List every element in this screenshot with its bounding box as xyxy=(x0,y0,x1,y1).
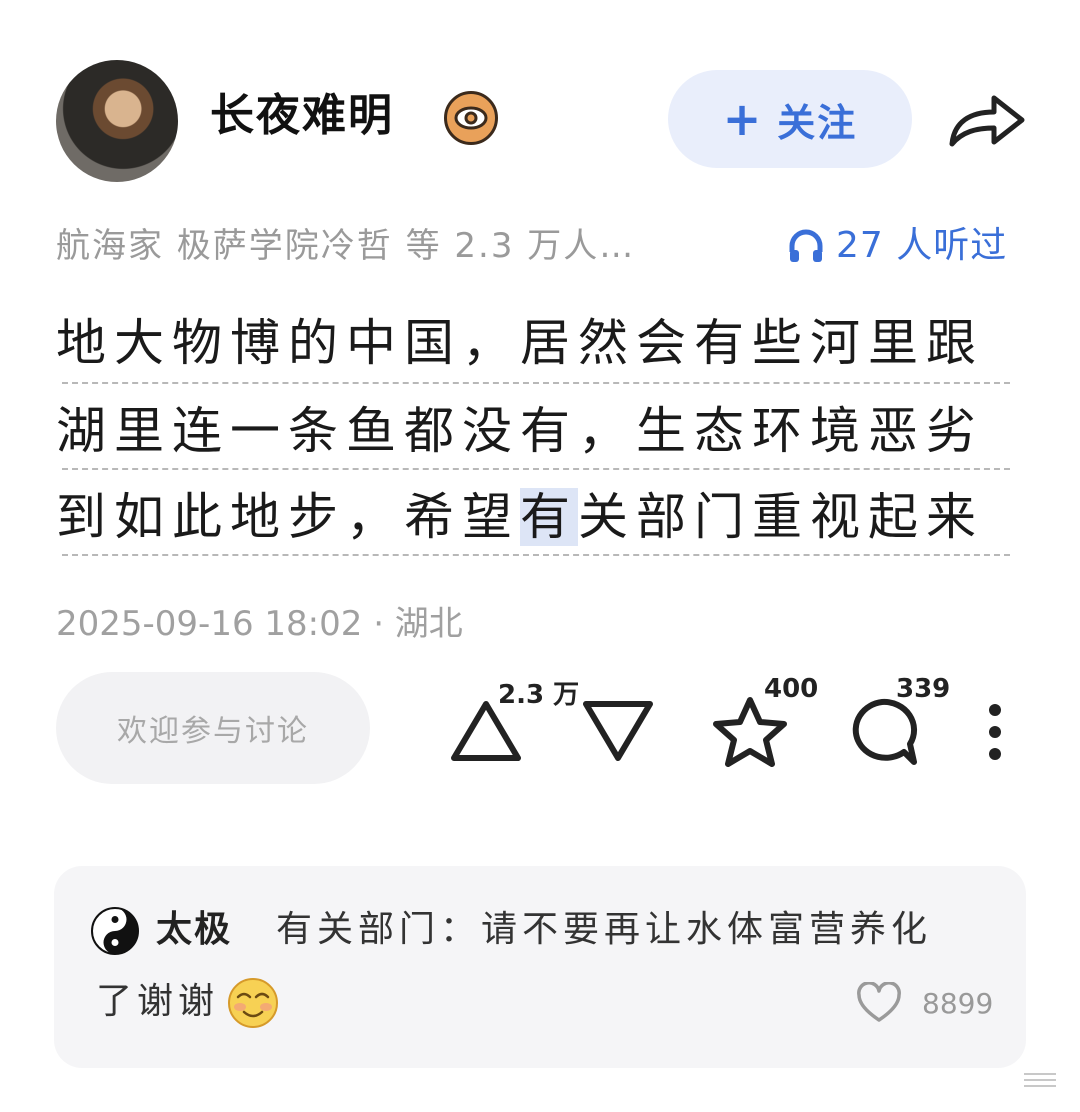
comment-text-line-2: 了谢谢 xyxy=(96,981,220,1022)
divider xyxy=(62,382,1010,384)
like-count: 8899 xyxy=(922,987,994,1020)
discussion-input[interactable]: 欢迎参与讨论 xyxy=(56,672,370,784)
follow-label: 关注 xyxy=(777,100,858,145)
smile-emoji xyxy=(228,978,278,1028)
author-name[interactable]: 长夜难明 xyxy=(210,86,394,146)
menu-lines-icon xyxy=(1024,1073,1056,1087)
favorite-count: 400 xyxy=(764,674,819,704)
upvote-count: 2.3 万 xyxy=(498,680,580,710)
comment-count: 339 xyxy=(896,674,951,704)
comment-text-line-1: 有关部门：请不要再让水体富营养化 xyxy=(276,909,933,950)
divider xyxy=(62,468,1010,470)
avatar[interactable] xyxy=(56,60,178,182)
post-line-2: 湖里连一条鱼都没有，生态环境恶劣 xyxy=(56,402,984,460)
post-line-3-end: 关部门重视起来 xyxy=(578,488,984,546)
favorite-star-icon[interactable] xyxy=(710,694,790,770)
top-comment-card[interactable] xyxy=(54,866,1026,1068)
taiji-icon xyxy=(91,907,139,955)
divider xyxy=(62,554,1010,556)
comment-bubble-icon[interactable] xyxy=(846,696,920,768)
followers-summary[interactable]: 航海家 极萨学院冷哲 等 2.3 万人… xyxy=(56,222,635,270)
post-line-3-start: 到如此地步，希望 xyxy=(56,488,520,546)
more-icon[interactable] xyxy=(984,702,1006,762)
selected-text[interactable]: 有 xyxy=(520,488,578,546)
post-line-1: 地大物博的中国，居然会有些河里跟 xyxy=(56,314,984,372)
follow-button[interactable]: + 关注 xyxy=(668,70,912,168)
share-arrow-icon[interactable] xyxy=(944,88,1028,152)
post-timestamp: 2025-09-16 18:02 · 湖北 xyxy=(56,604,463,644)
post-line-3: 到如此地步，希望有关部门重视起来 xyxy=(56,484,1010,558)
downvote-icon[interactable] xyxy=(580,698,656,764)
listeners-label: 27 人听过 xyxy=(836,225,1008,266)
headphones-icon xyxy=(789,229,823,262)
listeners-count[interactable]: 27 人听过 xyxy=(786,222,1007,270)
eye-icon xyxy=(444,91,498,145)
comment-author[interactable]: 太极 xyxy=(156,902,232,958)
plus-icon: + xyxy=(722,92,764,146)
heart-icon[interactable] xyxy=(856,982,902,1024)
